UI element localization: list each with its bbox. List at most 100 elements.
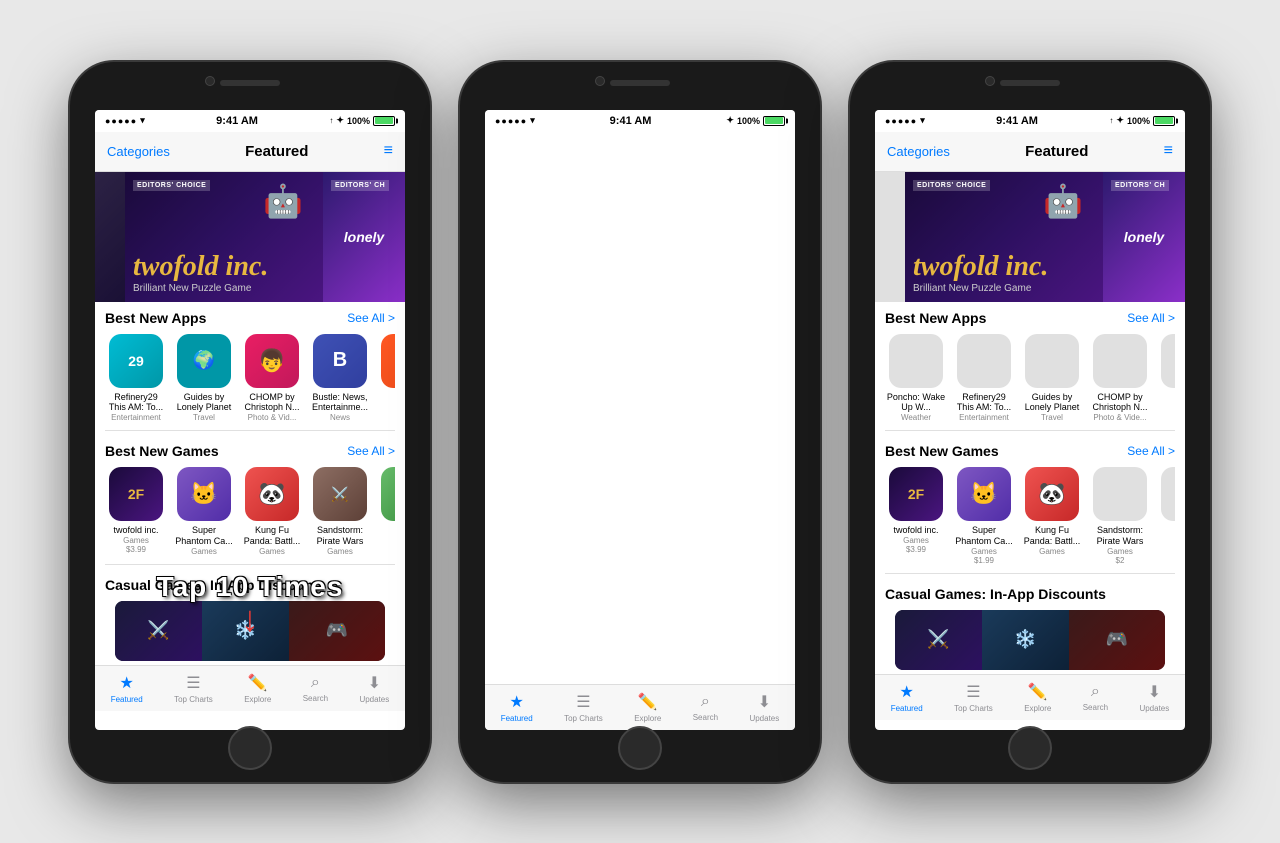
signal-strength: ●●●●● bbox=[105, 116, 137, 126]
featured-tab-icon-2: ★ bbox=[510, 692, 524, 712]
front-camera-3 bbox=[985, 76, 995, 86]
game-circ[interactable]: ◎ Circ... Games$2 bbox=[377, 467, 395, 556]
game3-twofold[interactable]: 2F twofold inc. Games$3.99 bbox=[885, 467, 947, 565]
signal-strength-2: ●●●●● bbox=[495, 116, 527, 126]
tab-explore[interactable]: ✏️ Explore bbox=[236, 669, 279, 708]
app-name-bustle: Bustle: News, Entertainme... bbox=[309, 392, 371, 414]
game3-phantom[interactable]: 🐱 Super Phantom Ca... Games$1.99 bbox=[953, 467, 1015, 565]
app3-name-bus: Bus... bbox=[1157, 392, 1175, 403]
divider-3-1 bbox=[885, 430, 1175, 431]
home-button[interactable] bbox=[228, 726, 272, 770]
app-icon-refinery29: 29 bbox=[109, 334, 163, 388]
blank-content bbox=[485, 132, 795, 684]
app-chomp[interactable]: 👦 CHOMP by Christoph N... Photo & Vid... bbox=[241, 334, 303, 423]
app3-chomp[interactable]: CHOMP by Christoph N... Photo & Vide... bbox=[1089, 334, 1151, 423]
game-phantom[interactable]: 🐱 Super Phantom Ca... Games bbox=[173, 467, 235, 556]
nav-title: Featured bbox=[245, 143, 308, 160]
see-all-games[interactable]: See All > bbox=[347, 444, 395, 458]
app-bustle[interactable]: B Bustle: News, Entertainme... News bbox=[309, 334, 371, 423]
app3-icon-poncho bbox=[889, 334, 943, 388]
game3-kungfu[interactable]: 🐼 Kung Fu Panda: Battl... Games bbox=[1021, 467, 1083, 565]
home-button-2[interactable] bbox=[618, 726, 662, 770]
phone-3: ●●●●● ▾ 9:41 AM ↑ ✦ 100% Categories Feat… bbox=[850, 62, 1210, 782]
tab-top-charts[interactable]: ☰ Top Charts bbox=[166, 669, 221, 708]
banner-main[interactable]: EDITORS' CHOICE 🤖 twofold inc. Brilliant… bbox=[125, 172, 323, 302]
app-sub-bustle: News bbox=[309, 413, 371, 422]
wifi-icon-2: ▾ bbox=[530, 115, 535, 126]
speaker bbox=[220, 80, 280, 86]
game-sub-circ: Games$2 bbox=[377, 536, 395, 554]
app-name-lonely: Guides by Lonely Planet bbox=[173, 392, 235, 414]
tab-updates-3[interactable]: ⬇ Updates bbox=[1131, 678, 1177, 717]
tab-explore-2[interactable]: ✏️ Explore bbox=[626, 688, 669, 727]
game3-sandstorm[interactable]: Sandstorm: Pirate Wars Games$2 bbox=[1089, 467, 1151, 565]
discount-banner[interactable]: ⚔️ ❄️ 🎮 bbox=[115, 601, 385, 661]
see-all-apps-3[interactable]: See All > bbox=[1127, 311, 1175, 325]
battery-icon-3 bbox=[1153, 116, 1175, 126]
tab-updates[interactable]: ⬇ Updates bbox=[351, 669, 397, 708]
nav-bar: Categories Featured ≡ bbox=[95, 132, 405, 172]
section-header-games-3: Best New Games See All > bbox=[885, 443, 1175, 459]
game-twofold[interactable]: 2F twofold inc. Games$3.99 bbox=[105, 467, 167, 556]
explore-tab-label: Explore bbox=[244, 695, 271, 704]
banner-left-placeholder bbox=[875, 172, 905, 302]
list-icon-3[interactable]: ≡ bbox=[1164, 142, 1173, 160]
game3-icon-sandstorm bbox=[1093, 467, 1147, 521]
app-lonely-planet[interactable]: 🌍 Guides by Lonely Planet Travel bbox=[173, 334, 235, 423]
app-refinery29[interactable]: 29 Refinery29 This AM: To... Entertainme… bbox=[105, 334, 167, 423]
game3-circ[interactable]: Circ... Games bbox=[1157, 467, 1175, 565]
app3-sub-chomp: Photo & Vide... bbox=[1089, 413, 1151, 422]
tab-top-charts-3[interactable]: ☰ Top Charts bbox=[946, 678, 1001, 717]
discount3-item-1: ⚔️ bbox=[895, 610, 982, 670]
discount-title-3: Casual Games: In-App Discounts bbox=[885, 586, 1106, 602]
screen-1: ●●●●● ▾ 9:41 AM ↑ ✦ 100% Categories Feat… bbox=[95, 110, 405, 730]
tab-search[interactable]: ⌕ Search bbox=[295, 670, 336, 707]
list-icon[interactable]: ≡ bbox=[384, 142, 393, 160]
see-all-apps[interactable]: See All > bbox=[347, 311, 395, 325]
categories-button-3[interactable]: Categories bbox=[887, 144, 950, 159]
game3-sub-circ: Games bbox=[1157, 536, 1175, 545]
app3-bus[interactable]: Bus... Ne... bbox=[1157, 334, 1175, 423]
updates-tab-label-3: Updates bbox=[1139, 704, 1169, 713]
app3-lonely[interactable]: Guides by Lonely Planet Travel bbox=[1021, 334, 1083, 423]
featured-banner[interactable]: EDITORS' CHOICE 🤖 twofold inc. Brilliant… bbox=[95, 172, 405, 302]
bluetooth-icon-3: ✦ bbox=[1116, 115, 1124, 126]
app3-poncho[interactable]: Poncho: Wake Up W... Weather bbox=[885, 334, 947, 423]
top-charts-tab-icon: ☰ bbox=[186, 673, 200, 693]
tab-top-charts-2[interactable]: ☰ Top Charts bbox=[556, 688, 611, 727]
tab-featured[interactable]: ★ Featured bbox=[103, 669, 151, 708]
see-all-games-3[interactable]: See All > bbox=[1127, 444, 1175, 458]
app-icon-bustle: B bbox=[313, 334, 367, 388]
status-right-3: ↑ ✦ 100% bbox=[1109, 115, 1175, 126]
banner-main-3[interactable]: EDITORS' CHOICE 🤖 twofold inc. Brilliant… bbox=[905, 172, 1103, 302]
screen-2: ●●●●● ▾ 9:41 AM ✦ 100% ★ Featured ☰ Top bbox=[485, 110, 795, 730]
explore-tab-label-2: Explore bbox=[634, 714, 661, 723]
game-kungfu[interactable]: 🐼 Kung Fu Panda: Battl... Games bbox=[241, 467, 303, 556]
editors-badge: EDITORS' CHOICE bbox=[133, 180, 210, 191]
game3-icon-phantom: 🐱 bbox=[957, 467, 1011, 521]
banner-side[interactable]: EDITORS' CH lonely bbox=[323, 172, 405, 302]
banner-side-3[interactable]: EDITORS' CH lonely bbox=[1103, 172, 1185, 302]
tab-explore-3[interactable]: ✏️ Explore bbox=[1016, 678, 1059, 717]
discount-banner-3[interactable]: ⚔️ ❄️ 🎮 bbox=[895, 610, 1165, 670]
top-charts-tab-icon-2: ☰ bbox=[576, 692, 590, 712]
game-sandstorm[interactable]: ⚔️ Sandstorm: Pirate Wars Games bbox=[309, 467, 371, 556]
app-icon-lonely: 🌍 bbox=[177, 334, 231, 388]
tab-updates-2[interactable]: ⬇ Updates bbox=[741, 688, 787, 727]
tab-featured-2[interactable]: ★ Featured bbox=[493, 688, 541, 727]
app-inq[interactable]: I Inq... Tar...$1 bbox=[377, 334, 395, 423]
categories-button[interactable]: Categories bbox=[107, 144, 170, 159]
app3-refinery29[interactable]: Refinery29 This AM: To... Entertainment bbox=[953, 334, 1015, 423]
tab-featured-3[interactable]: ★ Featured bbox=[883, 678, 931, 717]
status-right-2: ✦ 100% bbox=[726, 115, 785, 126]
game3-icon-twofold: 2F bbox=[889, 467, 943, 521]
app-icon-inq: I bbox=[381, 334, 395, 388]
game3-name-circ: Circ... bbox=[1157, 525, 1175, 536]
home-button-3[interactable] bbox=[1008, 726, 1052, 770]
tab-search-3[interactable]: ⌕ Search bbox=[1075, 679, 1116, 716]
featured-banner-3[interactable]: EDITORS' CHOICE 🤖 twofold inc. Brilliant… bbox=[875, 172, 1185, 302]
time-display: 9:41 AM bbox=[216, 115, 258, 127]
discount-item-3: 🎮 bbox=[289, 601, 385, 661]
tab-search-2[interactable]: ⌕ Search bbox=[685, 689, 726, 726]
bluetooth-icon: ✦ bbox=[336, 115, 344, 126]
